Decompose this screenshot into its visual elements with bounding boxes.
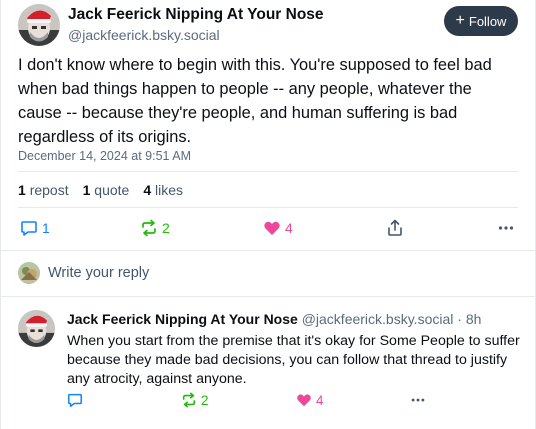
divider — [0, 296, 536, 297]
plus-icon: + — [455, 12, 465, 29]
reply-text: When you start from the premise that it'… — [67, 333, 520, 387]
repost-icon — [182, 392, 196, 408]
reply-author-handle[interactable]: @jackfeerick.bsky.social — [302, 311, 454, 327]
reply-like-count: 4 — [316, 392, 324, 408]
reply-icon — [68, 393, 82, 407]
share-button[interactable] — [386, 219, 404, 237]
divider — [18, 171, 518, 172]
reply-more-options-button[interactable] — [410, 392, 426, 408]
post-stats: 1 repost 1 quote 4 likes — [18, 182, 183, 198]
reply-action-button[interactable]: 1 — [20, 219, 50, 237]
quotes-stat[interactable]: 1 quote — [83, 182, 130, 198]
reply-author-avatar[interactable] — [18, 310, 55, 347]
likes-stat[interactable]: 4 likes — [143, 182, 183, 198]
reply-like-button[interactable]: 4 — [296, 392, 324, 408]
author-display-name[interactable]: Jack Feerick Nipping At Your Nose — [68, 6, 324, 24]
reply-author-name[interactable]: Jack Feerick Nipping At Your Nose — [67, 311, 298, 327]
post-text: I don't know where to begin with this. Y… — [18, 56, 492, 146]
post-timestamp[interactable]: December 14, 2024 at 9:51 AM — [18, 149, 191, 163]
left-border — [0, 0, 1, 429]
like-count: 4 — [285, 220, 293, 236]
reply-reply-button[interactable] — [67, 392, 83, 408]
repost-icon — [142, 219, 156, 237]
repost-action-button[interactable]: 2 — [140, 219, 170, 237]
reply-placeholder: Write your reply — [48, 265, 150, 281]
follow-label: Follow — [468, 13, 507, 29]
reply-repost-button[interactable]: 2 — [181, 392, 209, 408]
ellipsis-icon — [498, 226, 514, 230]
divider — [18, 207, 518, 208]
follow-button[interactable]: + Follow — [444, 6, 518, 36]
my-avatar — [18, 262, 40, 284]
reply-header: Jack Feerick Nipping At Your Nose @jackf… — [67, 311, 481, 327]
reply-icon — [21, 221, 37, 236]
author-handle[interactable]: @jackfeerick.bsky.social — [68, 27, 220, 43]
reply-count: 1 — [42, 220, 50, 236]
heart-icon — [297, 394, 311, 407]
like-action-button[interactable]: 4 — [263, 219, 293, 237]
ellipsis-icon — [411, 398, 425, 402]
more-options-button[interactable] — [497, 219, 515, 237]
reply-age[interactable]: · 8h — [457, 311, 481, 327]
reply-repost-count: 2 — [201, 392, 209, 408]
author-avatar[interactable] — [18, 4, 60, 46]
divider — [0, 250, 536, 251]
repost-count: 2 — [162, 220, 170, 236]
heart-icon — [264, 221, 280, 235]
reply-composer[interactable]: Write your reply — [18, 262, 149, 284]
reposts-stat[interactable]: 1 repost — [18, 182, 69, 198]
share-icon — [388, 219, 402, 236]
